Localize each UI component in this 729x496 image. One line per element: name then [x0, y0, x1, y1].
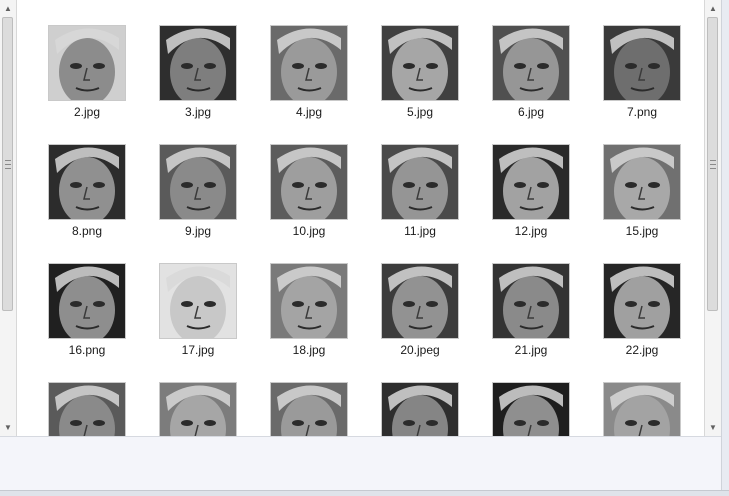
file-thumbnail: [381, 25, 459, 101]
file-name: 15.jpg: [625, 224, 659, 238]
file-name: 4.jpg: [295, 105, 323, 119]
file-grid: 2.jpg 3.jpg 4.jpg 5.jpg 6.jpg 7.png 8.png 9.jpg…: [17, 0, 704, 436]
file-thumbnail: [603, 263, 681, 339]
file-thumbnail: [603, 382, 681, 436]
file-name: 9.jpg: [184, 224, 212, 238]
file-item[interactable]: 11.jpg: [380, 144, 460, 246]
file-item[interactable]: 21.jpg: [491, 263, 571, 365]
file-item[interactable]: 18.jpg: [269, 263, 349, 365]
file-item[interactable]: 12.jpg: [491, 144, 571, 246]
file-name: 16.png: [68, 343, 106, 357]
file-thumbnail: [270, 25, 348, 101]
file-thumbnail: [48, 144, 126, 220]
scroll-up-arrow-icon[interactable]: ▲: [705, 0, 721, 17]
file-name: 7.png: [626, 105, 658, 119]
file-thumbnail: [381, 263, 459, 339]
file-item[interactable]: 3.jpg: [158, 25, 238, 127]
file-item[interactable]: 17.jpg: [158, 263, 238, 365]
window-frame-bottom: [0, 490, 729, 496]
file-thumbnail: [492, 144, 570, 220]
file-name: 20.jpeg: [400, 343, 440, 357]
grip-icon: [5, 160, 11, 169]
scrollbar-thumb[interactable]: [2, 17, 13, 311]
file-item[interactable]: 16.png: [47, 263, 127, 365]
file-thumbnail: [381, 382, 459, 436]
file-item[interactable]: 8.png: [47, 144, 127, 246]
file-item[interactable]: 15.jpg: [602, 144, 682, 246]
file-name: 3.jpg: [184, 105, 212, 119]
file-item[interactable]: [269, 382, 349, 436]
file-item[interactable]: [380, 382, 460, 436]
file-name: 8.png: [71, 224, 103, 238]
file-thumbnail: [48, 263, 126, 339]
file-item[interactable]: 6.jpg: [491, 25, 571, 127]
file-thumbnail: [159, 263, 237, 339]
file-item[interactable]: 9.jpg: [158, 144, 238, 246]
file-thumbnail: [270, 382, 348, 436]
file-thumbnail: [270, 263, 348, 339]
file-name: 2.jpg: [73, 105, 101, 119]
file-item[interactable]: [602, 382, 682, 436]
file-name: 17.jpg: [181, 343, 215, 357]
file-item[interactable]: [47, 382, 127, 436]
file-thumbnail: [492, 25, 570, 101]
file-name: 21.jpg: [514, 343, 548, 357]
file-item[interactable]: 4.jpg: [269, 25, 349, 127]
scroll-down-arrow-icon[interactable]: ▼: [0, 419, 16, 436]
file-name: 22.jpg: [625, 343, 659, 357]
file-name: 11.jpg: [404, 224, 436, 238]
file-name: 5.jpg: [406, 105, 434, 119]
file-thumbnail: [48, 25, 126, 101]
file-item[interactable]: 5.jpg: [380, 25, 460, 127]
scrollbar-thumb[interactable]: [707, 17, 718, 311]
scroll-down-arrow-icon[interactable]: ▼: [705, 419, 721, 436]
file-thumbnail: [492, 382, 570, 436]
scroll-up-arrow-icon[interactable]: ▲: [0, 0, 16, 17]
file-name: 10.jpg: [292, 224, 326, 238]
file-item[interactable]: [491, 382, 571, 436]
file-item[interactable]: 7.png: [602, 25, 682, 127]
file-thumbnail: [159, 144, 237, 220]
file-item[interactable]: 10.jpg: [269, 144, 349, 246]
window-frame-right: [721, 0, 729, 496]
file-name: 18.jpg: [292, 343, 326, 357]
left-scrollbar[interactable]: ▲ ▼: [0, 0, 17, 436]
file-thumbnail: [270, 144, 348, 220]
file-item[interactable]: 20.jpeg: [380, 263, 460, 365]
file-thumbnail: [603, 25, 681, 101]
file-name: 12.jpg: [514, 224, 548, 238]
file-thumbnail: [48, 382, 126, 436]
file-item[interactable]: 2.jpg: [47, 25, 127, 127]
file-thumbnail: [159, 382, 237, 436]
status-area: [0, 436, 721, 490]
file-item[interactable]: [158, 382, 238, 436]
file-thumbnail: [492, 263, 570, 339]
grip-icon: [710, 160, 716, 169]
file-name: 6.jpg: [517, 105, 545, 119]
file-thumbnail: [381, 144, 459, 220]
file-thumbnail: [603, 144, 681, 220]
file-item[interactable]: 22.jpg: [602, 263, 682, 365]
right-scrollbar[interactable]: ▲ ▼: [704, 0, 721, 436]
file-thumbnail: [159, 25, 237, 101]
